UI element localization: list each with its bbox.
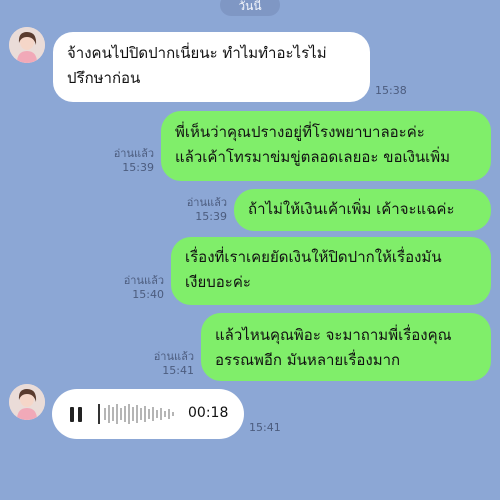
- outgoing-message[interactable]: เรื่องที่เราเคยยัดเงินให้ปิดปากให้เรื่อง…: [171, 237, 491, 305]
- message-line: อรรณพอีก มันหลายเรื่องมาก: [215, 351, 401, 369]
- contact-avatar[interactable]: [9, 384, 45, 420]
- message-time: 15:38: [375, 84, 407, 97]
- outgoing-message[interactable]: ถ้าไม่ให้เงินเค้าเพิ่ม เค้าจะแฉค่ะ: [234, 189, 491, 231]
- outgoing-message[interactable]: แล้วไหนคุณพิอะ จะมาถามพี่เรื่องคุณ อรรณพ…: [201, 313, 491, 381]
- message-line: แล้วไหนคุณพิอะ จะมาถามพี่เรื่องคุณ: [215, 326, 452, 344]
- pause-icon[interactable]: [70, 407, 84, 422]
- message-time: 15:39: [195, 210, 227, 223]
- message-line: จ้างคนไปปิดปากเนี่ยนะ ทำไมทำอะไรไม่: [67, 44, 327, 62]
- read-receipt: อ่านแล้ว: [186, 196, 227, 209]
- message-line: เรื่องที่เราเคยยัดเงินให้ปิดปากให้เรื่อง…: [185, 248, 442, 266]
- voice-duration: 00:18: [188, 405, 229, 421]
- read-receipt: อ่านแล้ว: [153, 350, 194, 363]
- message-line: แล้วเค้าโทรมาข่มขู่ตลอดเลยอะ ขอเงินเพิ่ม: [175, 148, 451, 166]
- message-line: พี่เห็นว่าคุณปรางอยู่ที่โรงพยาบาลอะค่ะ: [175, 123, 425, 141]
- message-line: ถ้าไม่ให้เงินเค้าเพิ่ม เค้าจะแฉค่ะ: [248, 200, 455, 218]
- message-time: 15:41: [249, 421, 281, 434]
- waveform-icon[interactable]: [98, 402, 180, 426]
- message-time: 15:40: [132, 288, 164, 301]
- message-line: เงียบอะค่ะ: [185, 273, 251, 291]
- date-divider: วันนี้: [220, 0, 280, 16]
- voice-message[interactable]: 00:18: [52, 389, 244, 439]
- incoming-message[interactable]: จ้างคนไปปิดปากเนี่ยนะ ทำไมทำอะไรไม่ ปรึก…: [53, 32, 370, 102]
- message-line: ปรึกษาก่อน: [67, 69, 141, 87]
- message-time: 15:39: [122, 161, 154, 174]
- read-receipt: อ่านแล้ว: [123, 274, 164, 287]
- read-receipt: อ่านแล้ว: [113, 147, 154, 160]
- outgoing-message[interactable]: พี่เห็นว่าคุณปรางอยู่ที่โรงพยาบาลอะค่ะ แ…: [161, 111, 491, 181]
- message-time: 15:41: [162, 364, 194, 377]
- contact-avatar[interactable]: [9, 27, 45, 63]
